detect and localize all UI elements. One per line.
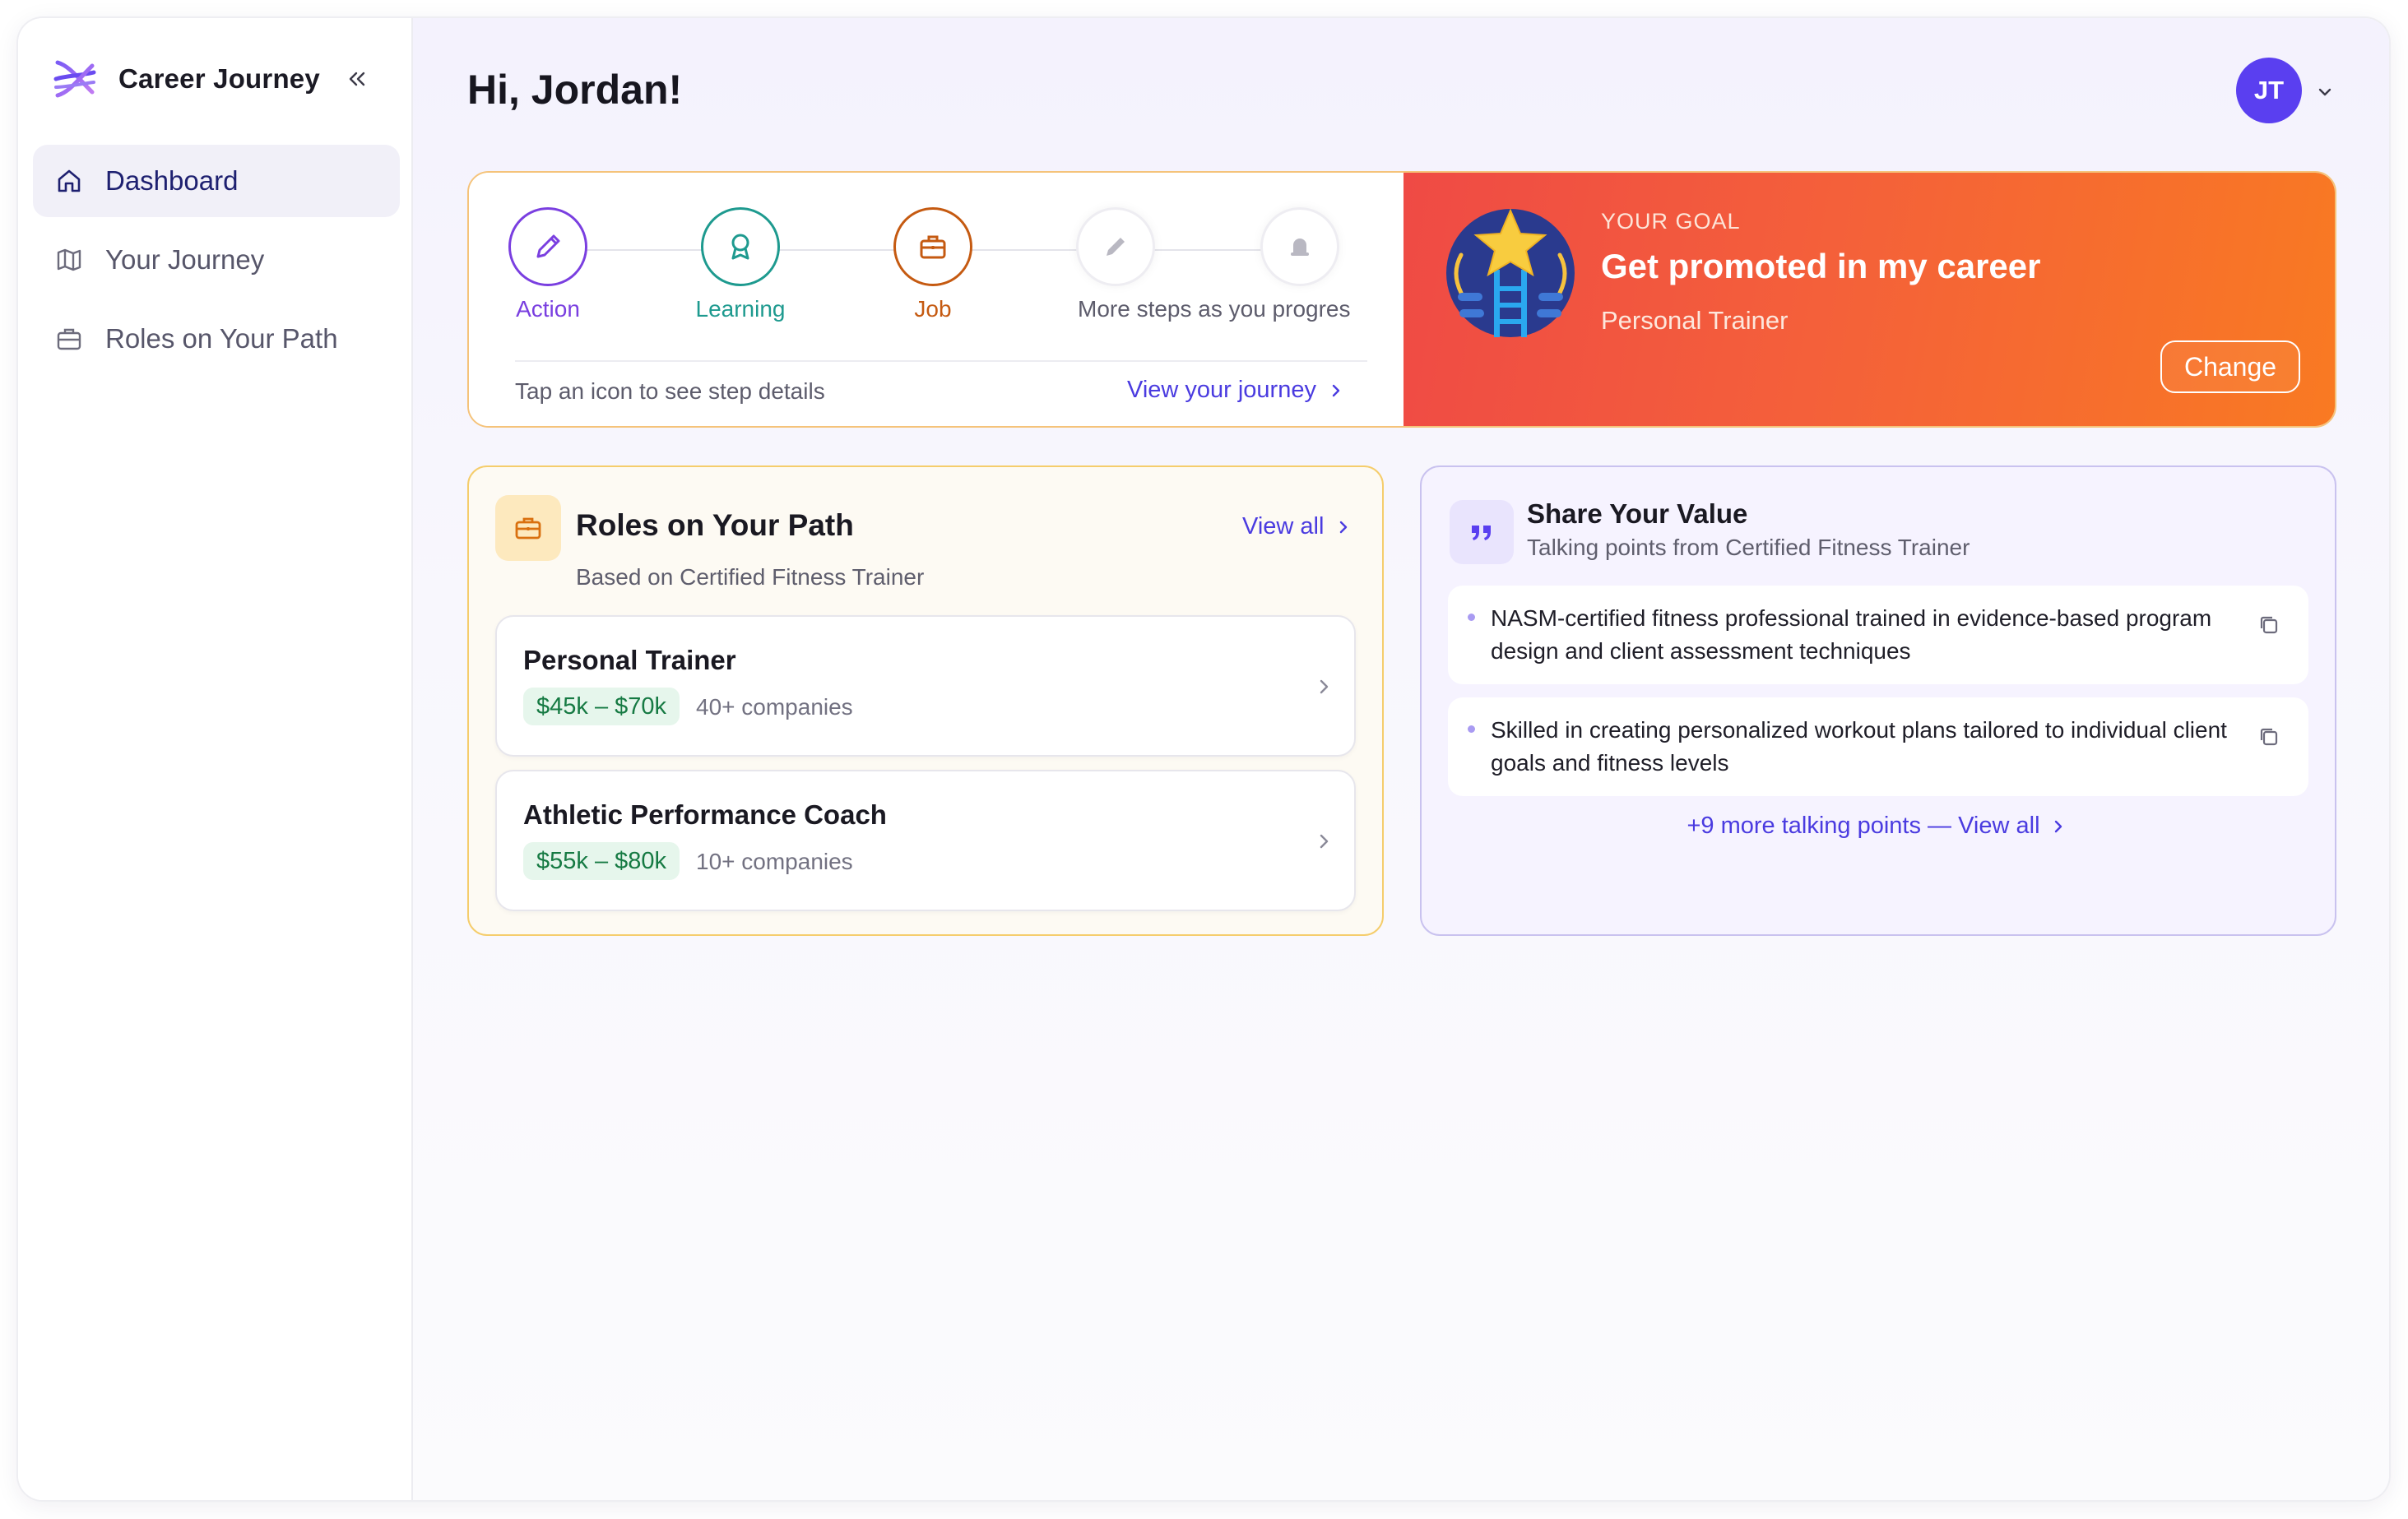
- journey-divider: [515, 360, 1367, 362]
- copy-icon: [2260, 728, 2278, 746]
- step-job[interactable]: [893, 207, 972, 286]
- chevron-down-icon[interactable]: [2313, 81, 2336, 104]
- chevrons-left-icon: [349, 72, 365, 86]
- step-learning[interactable]: [701, 207, 780, 286]
- role-companies: 10+ companies: [696, 849, 853, 874]
- step-label-learning: Learning: [695, 296, 786, 322]
- journey-hint: Tap an icon to see step details: [515, 378, 825, 404]
- bullet-dot: [1468, 614, 1475, 621]
- step-action[interactable]: [508, 207, 587, 286]
- copy-button[interactable]: [2254, 610, 2284, 640]
- bell-icon: [1291, 239, 1309, 256]
- briefcase-icon: [515, 517, 541, 540]
- sidebar-item-roles-on-your-path[interactable]: Roles on Your Path: [33, 303, 400, 375]
- talking-point-text: Skilled in creating personalized workout…: [1491, 717, 2227, 776]
- bullet-dot: [1468, 725, 1475, 733]
- roles-view-all-label: View all: [1242, 513, 1325, 540]
- sidebar-item-label: Roles on Your Path: [105, 323, 338, 354]
- home-icon: [54, 166, 84, 196]
- role-name: Athletic Performance Coach: [523, 799, 887, 830]
- role-item[interactable]: Athletic Performance Coach $55k – $80k 1…: [495, 770, 1356, 911]
- step-label-action: Action: [516, 296, 580, 322]
- change-goal-button[interactable]: Change: [2160, 340, 2300, 393]
- briefcase-icon: [54, 324, 84, 354]
- step-label-more: More steps as you progres: [1078, 296, 1351, 322]
- sidebar-nav: Dashboard Your Journey Roles on Your Pat…: [33, 145, 400, 382]
- role-name: Personal Trainer: [523, 645, 736, 675]
- step-future-2[interactable]: [1260, 207, 1339, 286]
- journey-steps-panel: Action Learning Job More steps as you pr…: [469, 173, 1404, 426]
- user-avatar[interactable]: JT: [2236, 58, 2302, 123]
- roles-title: Roles on Your Path: [576, 508, 854, 542]
- view-your-journey-label: View your journey: [1127, 377, 1316, 403]
- step-label-job: Job: [914, 296, 952, 322]
- view-your-journey-link[interactable]: View your journey: [1127, 377, 1348, 404]
- share-subtitle: Talking points from Certified Fitness Tr…: [1527, 535, 1970, 560]
- briefcase-icon: [920, 235, 946, 259]
- talking-point: Skilled in creating personalized workout…: [1448, 697, 2308, 796]
- talking-point: NASM-certified fitness professional trai…: [1448, 586, 2308, 684]
- map-icon: [54, 245, 84, 275]
- career-journey-logo-icon: [53, 60, 96, 98]
- roles-subtitle: Based on Certified Fitness Trainer: [576, 564, 925, 590]
- role-item[interactable]: Personal Trainer $45k – $70k 40+ compani…: [495, 615, 1356, 757]
- step-future-1[interactable]: [1076, 207, 1155, 286]
- goal-tag: YOUR GOAL: [1601, 209, 1741, 234]
- share-value-card: Share Your Value Talking points from Cer…: [1420, 465, 2336, 936]
- chevron-right-icon: [1340, 521, 1348, 533]
- sidebar-item-label: Your Journey: [105, 244, 265, 275]
- share-title: Share Your Value: [1527, 498, 1748, 529]
- app-name: Career Journey: [118, 63, 320, 94]
- quote-icon: [1472, 526, 1491, 540]
- brand[interactable]: Career Journey: [53, 54, 320, 104]
- more-talking-points-label: +9 more talking points — View all: [1687, 813, 2040, 839]
- award-icon: [731, 234, 749, 260]
- sidebar-item-your-journey[interactable]: Your Journey: [33, 224, 400, 296]
- pencil-icon: [1107, 238, 1125, 256]
- quote-icon-box: [1450, 500, 1514, 564]
- roles-card: Roles on Your Path Based on Certified Fi…: [467, 465, 1384, 936]
- role-salary-badge: $45k – $70k: [523, 688, 680, 725]
- goal-role: Personal Trainer: [1601, 306, 1789, 335]
- talking-point-text: NASM-certified fitness professional trai…: [1491, 605, 2212, 664]
- chevron-right-icon: [1320, 834, 1329, 849]
- sidebar-item-label: Dashboard: [105, 165, 239, 196]
- sidebar: Career Journey Dashboard Your Journey Ro…: [18, 18, 413, 1500]
- role-salary-badge: $55k – $80k: [523, 842, 680, 880]
- more-talking-points-link[interactable]: +9 more talking points — View all: [1422, 813, 2335, 840]
- goal-star-ladder-icon: [1446, 208, 1575, 337]
- goal-title: Get promoted in my career: [1601, 247, 2041, 285]
- copy-icon: [2260, 616, 2278, 634]
- copy-button[interactable]: [2254, 722, 2284, 752]
- app-window: Career Journey Dashboard Your Journey Ro…: [18, 18, 2389, 1500]
- chevron-right-icon: [1320, 679, 1329, 694]
- chevron-right-icon: [1332, 384, 1340, 396]
- pencil-icon: [536, 234, 560, 258]
- sidebar-item-dashboard[interactable]: Dashboard: [33, 145, 400, 217]
- journey-card: Action Learning Job More steps as you pr…: [467, 171, 2336, 428]
- roles-icon-box: [495, 495, 561, 561]
- role-companies: 40+ companies: [696, 694, 853, 720]
- chevron-right-icon: [2054, 820, 2062, 832]
- collapse-sidebar-button[interactable]: [339, 61, 375, 97]
- goal-panel: YOUR GOAL Get promoted in my career Pers…: [1404, 173, 2335, 426]
- greeting-heading: Hi, Jordan!: [467, 67, 683, 113]
- roles-view-all-link[interactable]: View all: [1242, 513, 1355, 540]
